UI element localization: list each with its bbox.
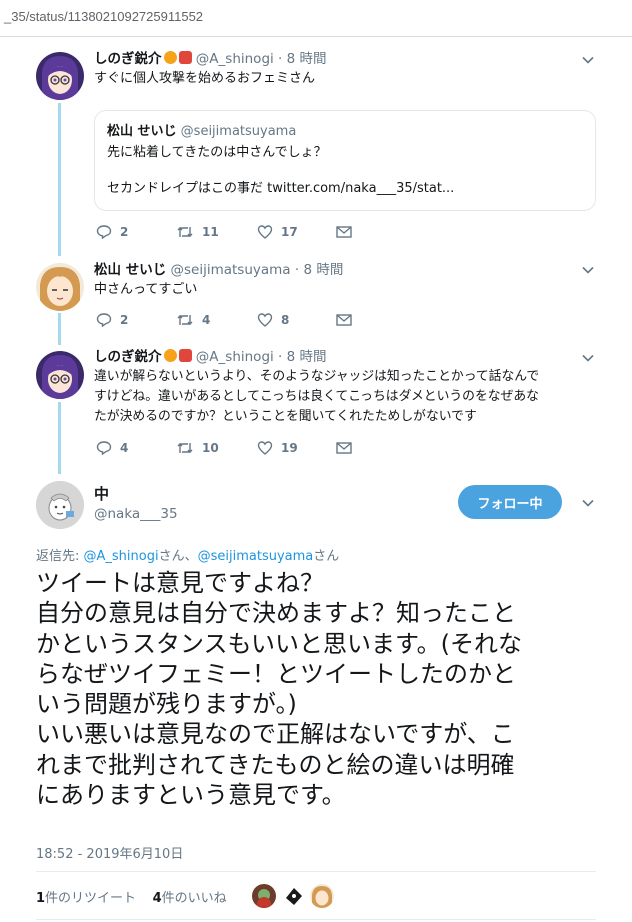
url-text: _35/status/1138021092725911552 — [4, 9, 204, 24]
reply-user-link[interactable]: @A_shinogi — [84, 549, 159, 564]
chevron-down-icon[interactable] — [582, 264, 594, 276]
main-text-line: らなぜツイフェミー！とツイートしたのかと — [36, 659, 516, 688]
orange-emoji-icon — [163, 51, 177, 64]
quote-author-name: 松山 せいじ — [107, 124, 177, 139]
tweet-time[interactable]: 8 時間 — [287, 51, 327, 67]
retweet-button[interactable]: 11 — [176, 222, 219, 242]
like-count: 8 — [281, 313, 290, 327]
tweet-text-line: すけどね。違いがあるとしてこっちは良くてこっちはダメというのをなぜあな — [94, 389, 539, 404]
reply-button[interactable]: 2 — [96, 310, 128, 330]
main-tweet-text: ツイートは意見ですよね？ 自分の意見は自分で決めますよ？知ったこと かというスタ… — [36, 568, 611, 810]
tweet-timestamp[interactable]: 18:52 - 2019年6月10日 — [36, 843, 183, 862]
main-text-line: にありますという意見です。 — [36, 781, 346, 810]
thread-line — [58, 103, 61, 256]
tweet-text-line: 違いが解らないというより、そのようなジャッジは知ったことかって話なんで — [94, 369, 540, 384]
quote-text-line: セカンドレイプはこの事だ twitter.com/naka___35/stat.… — [107, 181, 455, 196]
reply-icon — [96, 313, 112, 328]
retweet-icon — [177, 227, 193, 237]
quote-text-line: 先に粘着してきたのは中さんでしょ？ — [107, 145, 327, 160]
like-button[interactable]: 17 — [257, 222, 298, 242]
envelope-icon — [336, 442, 352, 454]
chevron-down-icon[interactable] — [582, 54, 594, 66]
dm-button[interactable] — [336, 310, 360, 330]
divider — [36, 871, 596, 872]
main-text-line: かというスタンスもいいと思います。(それな — [36, 629, 523, 658]
dm-button[interactable] — [336, 438, 360, 458]
liker-avatar[interactable] — [282, 884, 306, 908]
address-bar[interactable]: _35/status/1138021092725911552 — [0, 0, 632, 37]
tweet-text: 中さんってすごい — [94, 282, 198, 297]
thread-line — [58, 313, 61, 345]
liker-avatar[interactable] — [310, 884, 334, 908]
heart-icon — [257, 225, 273, 239]
liker-avatar[interactable] — [252, 884, 276, 908]
shrimp-emoji-icon — [178, 349, 192, 362]
heart-icon — [257, 313, 273, 327]
tweet-text-line: たが決めるのですか？ということを聞いてくれたためしがないです — [94, 409, 477, 424]
heart-icon — [257, 441, 273, 455]
envelope-icon — [336, 314, 352, 326]
reply-count: 2 — [120, 313, 129, 327]
tweet-time[interactable]: 8 時間 — [303, 262, 343, 278]
tweet-actions: 2 4 8 — [96, 310, 396, 330]
avatar[interactable] — [36, 481, 84, 529]
retweet-count: 11 — [202, 225, 219, 239]
tweet-actions: 2 11 17 — [96, 222, 396, 242]
chevron-down-icon[interactable] — [582, 352, 594, 364]
author-name[interactable]: 松山 せいじ — [94, 262, 166, 278]
main-text-line: いう問題が残りますが。) — [36, 690, 297, 719]
like-count: 19 — [281, 441, 298, 455]
reply-count: 4 — [120, 441, 129, 455]
divider — [36, 919, 596, 920]
tweet-text: すぐに個人攻撃を始めるおフェミさん — [94, 71, 316, 86]
reply-suffix: さん、 — [158, 549, 198, 564]
envelope-icon — [336, 226, 352, 238]
avatar[interactable] — [36, 263, 84, 311]
retweet-stat[interactable]: 1件のリツイート — [36, 891, 136, 906]
reply-count: 2 — [120, 225, 129, 239]
like-stat[interactable]: 4件のいいね — [153, 891, 227, 906]
reply-user-link[interactable]: @seijimatsuyama — [198, 549, 314, 564]
chevron-down-icon[interactable] — [582, 497, 594, 509]
like-count: 17 — [281, 225, 298, 239]
main-author-name[interactable]: 中 — [94, 483, 109, 504]
reply-prefix: 返信先: — [36, 549, 84, 564]
thread-line — [58, 402, 61, 474]
like-button[interactable]: 8 — [257, 310, 289, 330]
main-text-line: ツイートは意見ですよね？ — [36, 569, 324, 597]
tweet-stats: 1件のリツイート 4件のいいね — [36, 887, 227, 906]
retweet-icon — [177, 315, 193, 325]
like-button[interactable]: 19 — [257, 438, 298, 458]
reply-button[interactable]: 2 — [96, 222, 128, 242]
tweet-time[interactable]: 8 時間 — [287, 349, 327, 365]
retweet-button[interactable]: 10 — [176, 438, 219, 458]
author-handle[interactable]: @A_shinogi — [196, 349, 274, 365]
author-handle[interactable]: @seijimatsuyama — [171, 262, 291, 278]
retweet-count: 4 — [202, 313, 211, 327]
author-handle[interactable]: @A_shinogi — [196, 51, 274, 67]
retweet-button[interactable]: 4 — [176, 310, 210, 330]
replying-to: 返信先: @A_shinogiさん、@seijimatsuyamaさん — [36, 545, 339, 564]
reply-button[interactable]: 4 — [96, 438, 128, 458]
quote-author-handle: @seijimatsuyama — [180, 124, 297, 139]
retweet-count: 10 — [202, 441, 219, 455]
following-button[interactable]: フォロー中 — [458, 485, 562, 519]
reply-icon — [96, 225, 112, 240]
avatar[interactable] — [36, 351, 84, 399]
author-name[interactable]: しのぎ鋭介 — [94, 51, 162, 67]
reply-suffix: さん — [313, 549, 340, 564]
retweet-icon — [177, 443, 193, 453]
tweet-actions: 4 10 19 — [96, 438, 396, 458]
reply-icon — [96, 441, 112, 456]
dm-button[interactable] — [336, 222, 360, 242]
main-text-line: いい悪いは意見なので正解はないですが、こ — [36, 720, 515, 749]
main-author-handle[interactable]: @naka___35 — [94, 506, 178, 522]
quoted-tweet[interactable]: 松山 せいじ @seijimatsuyama 先に粘着してきたのは中さんでしょ？… — [94, 110, 596, 211]
author-name[interactable]: しのぎ鋭介 — [94, 349, 162, 365]
main-text-line: 自分の意見は自分で決めますよ？知ったこと — [36, 599, 516, 628]
orange-emoji-icon — [163, 349, 177, 362]
shrimp-emoji-icon — [178, 51, 192, 64]
main-text-line: れまで批判されてきたものと絵の違いは明確 — [36, 750, 515, 779]
avatar[interactable] — [36, 52, 84, 100]
